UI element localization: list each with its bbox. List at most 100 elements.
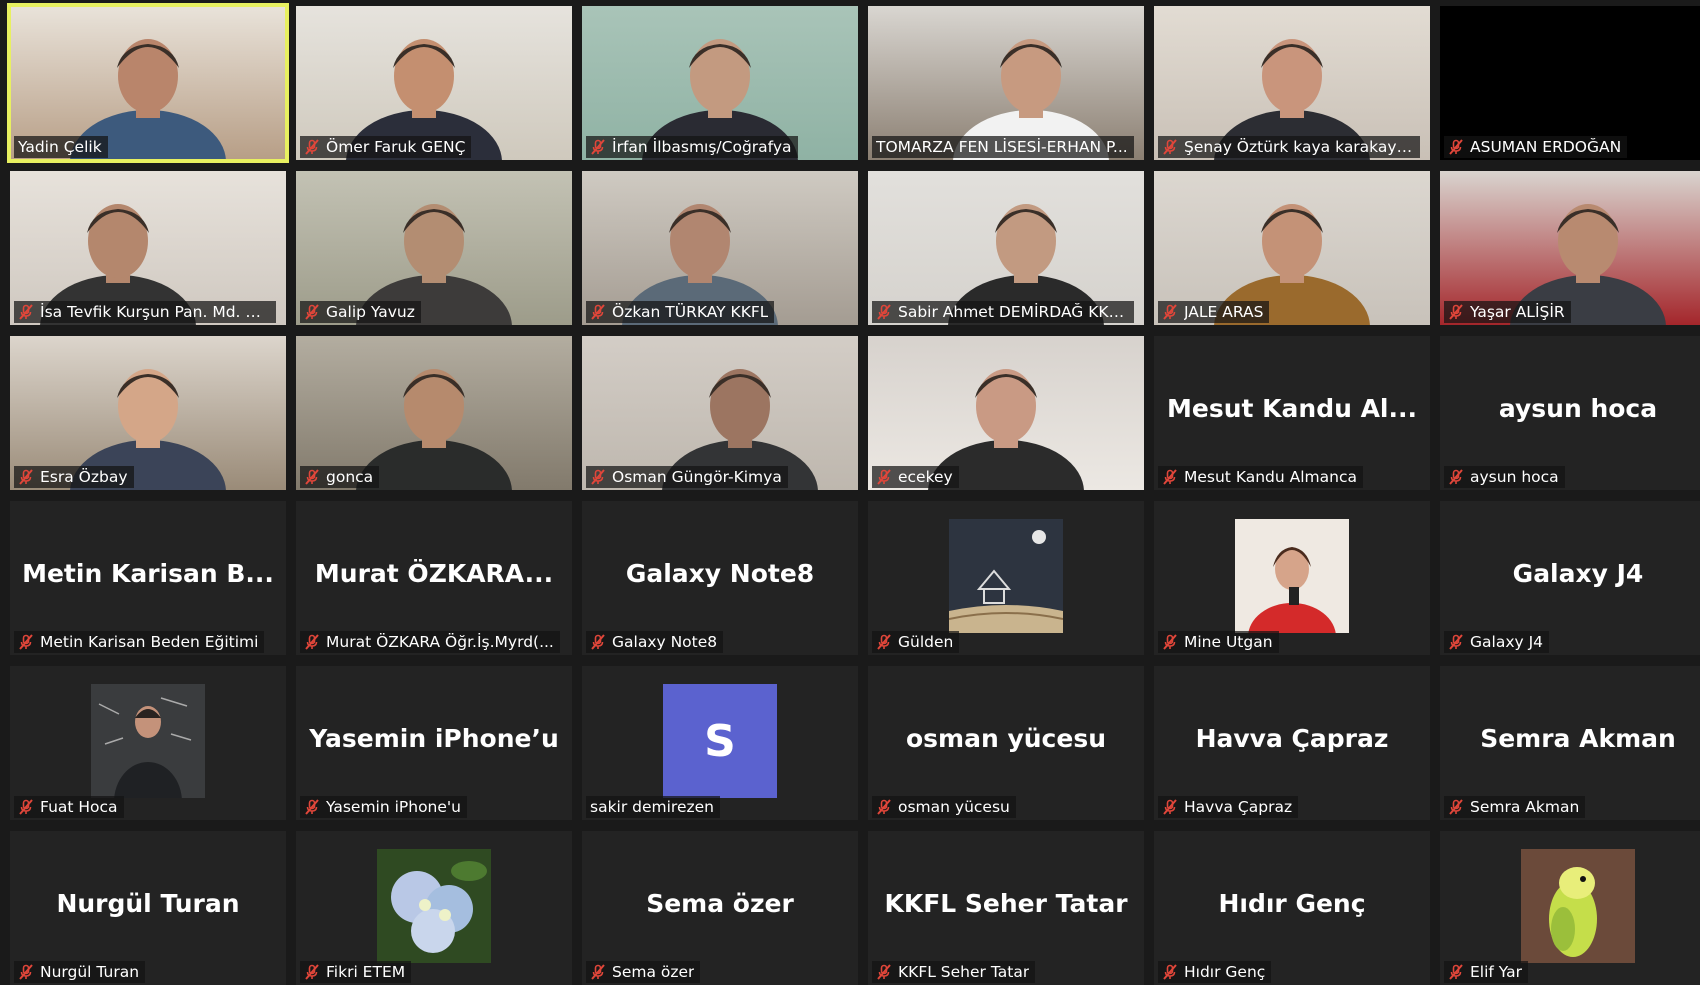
muted-microphone-icon [1448,139,1464,155]
participant-tile-semra-akman[interactable]: Semra Akman Semra Akman [1440,666,1700,820]
name-tag: Esra Özbay [14,466,134,488]
participant-tile-jale-aras[interactable]: JALE ARAS [1154,171,1430,325]
participant-name: Galaxy J4 [1470,633,1544,651]
muted-microphone-icon [1448,799,1464,815]
participant-tile-sakir-demirezen[interactable]: Ssakir demirezen [582,666,858,820]
display-name: Hıdır Genç [1218,889,1366,918]
muted-microphone-icon [18,469,34,485]
participant-tile-isa-tevfik-kursun-pan-md-yrd[interactable]: İsa Tevfik Kurşun Pan. Md. Yrd. [10,171,286,325]
participant-name: Galip Yavuz [326,303,415,321]
name-tag: osman yücesu [872,796,1016,818]
participant-tile-senay-ozturk-kaya-karakaya[interactable]: Şenay Öztürk kaya karakaya ... [1154,6,1430,160]
display-name: Mesut Kandu Al... [1166,394,1417,423]
name-tag: İrfan İlbasmış/Coğrafya [586,136,798,158]
participant-tile-kkfl-seher-tatar[interactable]: KKFL Seher Tatar KKFL Seher Tatar [868,831,1144,985]
participant-tile-galaxy-j4[interactable]: Galaxy J4 Galaxy J4 [1440,501,1700,655]
participant-tile-metin-karisan-beden-egitimi[interactable]: Metin Karisan B... Metin Karisan Beden Eğ… [10,501,286,655]
name-tag: Gülden [872,631,960,653]
name-tag: Sema özer [586,961,701,983]
participant-tile-galaxy-note8[interactable]: Galaxy Note8 Galaxy Note8 [582,501,858,655]
name-tag: KKFL Seher Tatar [872,961,1036,983]
name-tag: Sabir Ahmet DEMİRDAĞ KKF... [872,301,1134,323]
muted-microphone-icon [1162,469,1178,485]
muted-microphone-icon [18,304,34,320]
muted-microphone-icon [590,304,606,320]
name-tag: gonca [300,466,380,488]
display-name: Nurgül Turan [56,889,240,918]
name-tag: aysun hoca [1444,466,1565,488]
participant-name: KKFL Seher Tatar [898,963,1030,981]
participant-name: TOMARZA FEN LİSESİ-ERHAN P... [876,138,1128,156]
name-tag: Murat ÖZKARA Öğr.İş.Myrd(... [300,631,560,653]
display-name: KKFL Seher Tatar [884,889,1128,918]
name-tag: Galaxy Note8 [586,631,724,653]
muted-microphone-icon [1448,964,1464,980]
participant-tile-murat-ozkara-ogr-is-myrd[interactable]: Murat ÖZKARA... Murat ÖZKARA Öğr.İş.Myrd(… [296,501,572,655]
participant-tile-osman-gungor-kimya[interactable]: Osman Güngör-Kimya [582,336,858,490]
participant-name: Yaşar ALİŞİR [1470,303,1565,321]
participant-tile-gonca[interactable]: gonca [296,336,572,490]
muted-microphone-icon [590,964,606,980]
participant-tile-yasemin-iphone-u[interactable]: Yasemin iPhone’u Yasemin iPhone'u [296,666,572,820]
participant-name: Fikri ETEM [326,963,406,981]
participant-name: Mine Utgan [1184,633,1273,651]
profile-picture [1235,519,1349,633]
participant-tile-aysun-hoca[interactable]: aysun hoca aysun hoca [1440,336,1700,490]
profile-picture [949,519,1063,633]
name-tag: JALE ARAS [1158,301,1270,323]
participant-name: Osman Güngör-Kimya [612,468,782,486]
video-gallery: Yadin Çelik Ömer Faruk GENÇ İrfan İlbasmış… [0,0,1700,985]
participant-tile-havva-capraz[interactable]: Havva Çapraz Havva Çapraz [1154,666,1430,820]
muted-microphone-icon [304,634,320,650]
participant-tile-mine-utgan[interactable]: Mine Utgan [1154,501,1430,655]
participant-tile-yadin-celik[interactable]: Yadin Çelik [7,3,289,163]
display-name: osman yücesu [905,724,1107,753]
participant-tile-ozkan-turkay-kkfl[interactable]: Özkan TÜRKAY KKFL [582,171,858,325]
participant-tile-sema-ozer[interactable]: Sema özer Sema özer [582,831,858,985]
participant-name: ecekey [898,468,953,486]
participant-name: Mesut Kandu Almanca [1184,468,1357,486]
name-tag: Havva Çapraz [1158,796,1299,818]
participant-name: JALE ARAS [1184,303,1264,321]
muted-microphone-icon [876,799,892,815]
participant-tile-fikri-etem[interactable]: Fikri ETEM [296,831,572,985]
participant-name: osman yücesu [898,798,1010,816]
participant-tile-osman-yucesu[interactable]: osman yücesu osman yücesu [868,666,1144,820]
participant-name: Esra Özbay [40,468,128,486]
participant-tile-mesut-kandu-almanca[interactable]: Mesut Kandu Al... Mesut Kandu Almanca [1154,336,1430,490]
participant-tile-nurgul-turan[interactable]: Nurgül Turan Nurgül Turan [10,831,286,985]
profile-picture [377,849,491,963]
participant-tile-galip-yavuz[interactable]: Galip Yavuz [296,171,572,325]
participant-name: Gülden [898,633,954,651]
participant-name: Elif Yar [1470,963,1522,981]
muted-microphone-icon [304,139,320,155]
participant-tile-fuat-hoca[interactable]: Fuat Hoca [10,666,286,820]
participant-tile-sabir-ahmet-demirdag-kkf[interactable]: Sabir Ahmet DEMİRDAĞ KKF... [868,171,1144,325]
muted-microphone-icon [590,139,606,155]
participant-name: Ömer Faruk GENÇ [326,138,466,156]
participant-tile-omer-faruk-genc[interactable]: Ömer Faruk GENÇ [296,6,572,160]
muted-microphone-icon [18,799,34,815]
participant-tile-h-d-r-genc[interactable]: Hıdır Genç Hıdır Genç [1154,831,1430,985]
participant-tile-irfan-ilbasm-s-cografya[interactable]: İrfan İlbasmış/Coğrafya [582,6,858,160]
name-tag: Şenay Öztürk kaya karakaya ... [1158,136,1420,158]
participant-tile-ecekey[interactable]: ecekey [868,336,1144,490]
participant-name: İrfan İlbasmış/Coğrafya [612,138,792,156]
muted-microphone-icon [1162,634,1178,650]
participant-tile-esra-ozbay[interactable]: Esra Özbay [10,336,286,490]
name-tag: Elif Yar [1444,961,1528,983]
participant-name: sakir demirezen [590,798,714,816]
participant-tile-gulden[interactable]: Gülden [868,501,1144,655]
muted-microphone-icon [304,964,320,980]
name-tag: ASUMAN ERDOĞAN [1444,136,1628,158]
participant-tile-elif-yar[interactable]: Elif Yar [1440,831,1700,985]
participant-tile-tomarza-fen-lisesi-erhan-p[interactable]: TOMARZA FEN LİSESİ-ERHAN P... [868,6,1144,160]
name-tag: Semra Akman [1444,796,1586,818]
participant-name: ASUMAN ERDOĞAN [1470,138,1622,156]
avatar: S [663,684,777,798]
participant-tile-yasar-alisir[interactable]: Yaşar ALİŞİR [1440,171,1700,325]
muted-microphone-icon [876,634,892,650]
name-tag: sakir demirezen [586,796,720,818]
participant-tile-asuman-erdogan[interactable]: ASUMAN ERDOĞAN [1440,6,1700,160]
muted-microphone-icon [18,634,34,650]
